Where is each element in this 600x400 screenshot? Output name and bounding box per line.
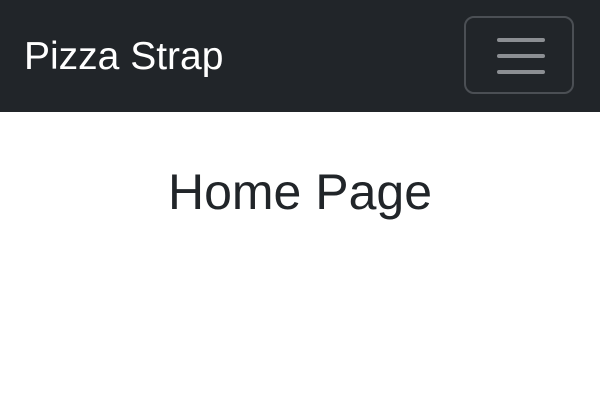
main-content: Home Page [0, 112, 600, 400]
navbar-toggler-button[interactable] [464, 16, 574, 94]
hamburger-menu-icon [497, 38, 545, 74]
navbar: Pizza Strap [0, 0, 600, 112]
navbar-brand[interactable]: Pizza Strap [24, 34, 223, 80]
page-title: Home Page [167, 164, 433, 220]
